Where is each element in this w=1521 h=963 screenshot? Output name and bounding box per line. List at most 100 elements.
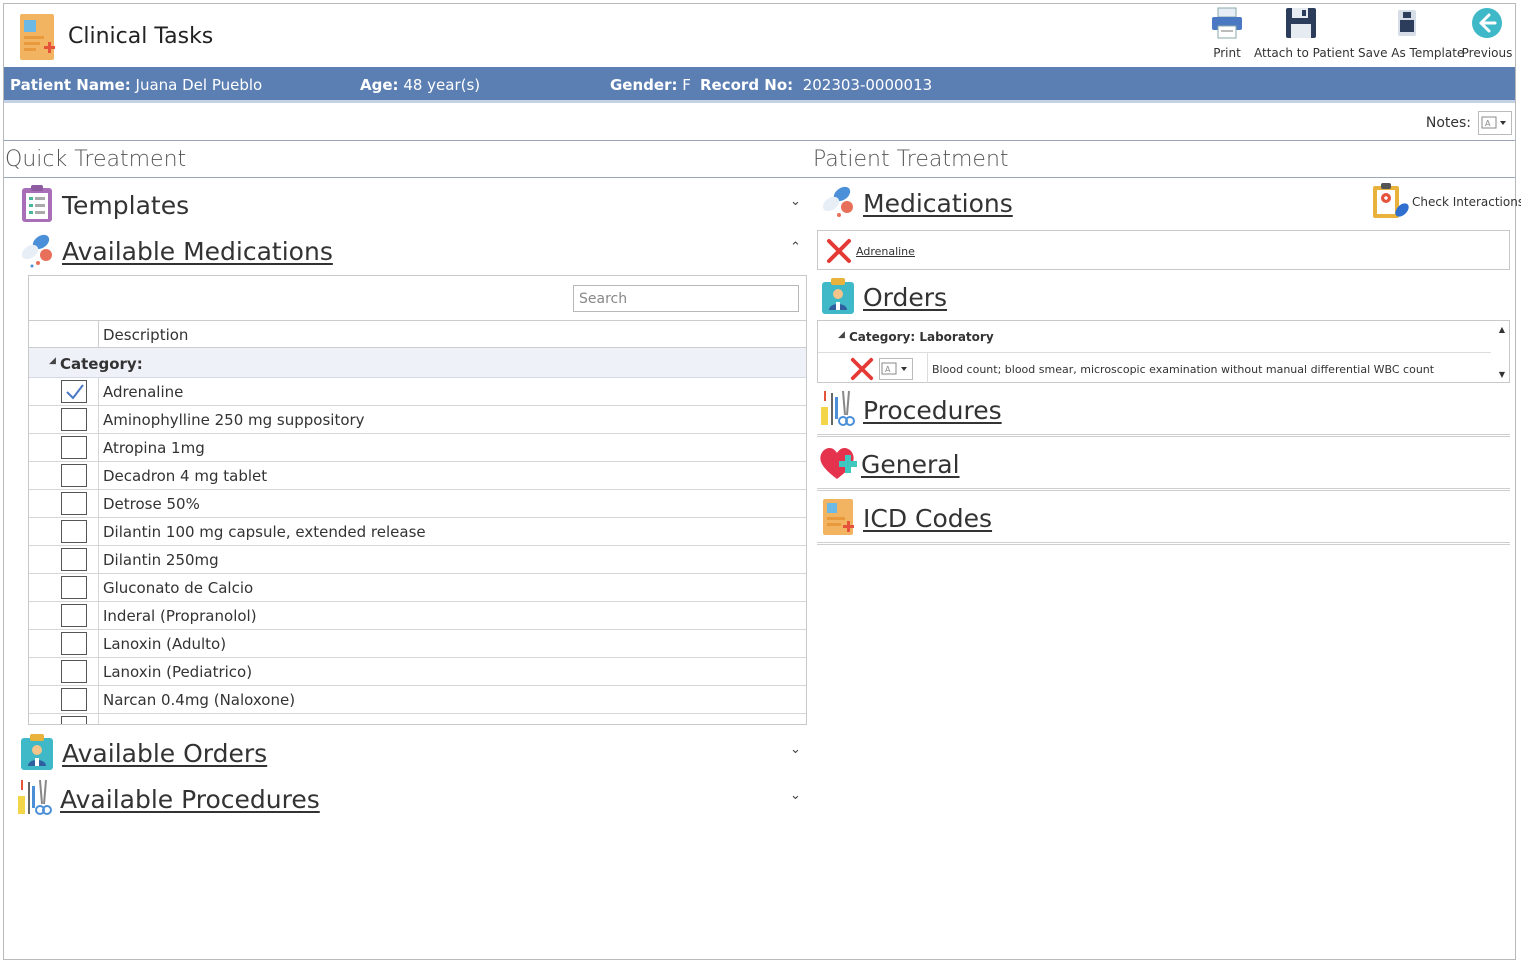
app-window: Clinical Tasks Print Attach to Patient S… xyxy=(3,3,1521,960)
medication-checkbox[interactable] xyxy=(61,492,87,515)
general-divider xyxy=(817,488,1510,491)
medication-row[interactable]: Lanoxin (Pediatrico) xyxy=(29,658,806,686)
orders-row-divider xyxy=(818,352,1491,353)
icd-codes-divider xyxy=(817,542,1510,545)
medication-row[interactable]: Aminophylline 250 mg suppository xyxy=(29,406,806,434)
patient-age: Age: 48 year(s) xyxy=(360,76,481,94)
patient-general-title: General xyxy=(861,450,960,479)
delete-medication-x-icon[interactable] xyxy=(826,238,852,264)
patient-icd-codes-header[interactable]: ICD Codes xyxy=(819,497,1419,537)
print-button[interactable]: Print xyxy=(1206,6,1248,68)
patient-procedures-header[interactable]: Procedures xyxy=(819,389,1419,429)
previous-button[interactable]: Previous xyxy=(1460,6,1514,68)
orders-grid: ◢ Category: Laboratory A Blood count; bl… xyxy=(817,320,1510,383)
medication-name: Dilantin 100 mg capsule, extended releas… xyxy=(103,523,426,541)
patient-medications-header[interactable]: Medications xyxy=(819,182,1379,222)
medication-row[interactable]: Dilantin 100 mg capsule, extended releas… xyxy=(29,518,806,546)
selected-medication-link[interactable]: Adrenaline xyxy=(856,245,915,258)
medication-row[interactable]: Gluconato de Calcio xyxy=(29,574,806,602)
medication-checkbox[interactable] xyxy=(61,604,87,627)
medication-name: Aminophylline 250 mg suppository xyxy=(103,411,365,429)
clipboard-list-icon xyxy=(22,185,52,222)
medication-row[interactable]: Adrenaline xyxy=(29,378,806,406)
medication-row[interactable]: Narcan 0.4mg (Naloxone) xyxy=(29,686,806,714)
row-column-separator xyxy=(98,378,99,406)
available-medications-chevron-up-icon[interactable]: ⌃ xyxy=(790,240,801,255)
row-column-separator xyxy=(98,714,99,724)
row-column-separator xyxy=(98,406,99,434)
template-save-icon xyxy=(1398,10,1416,36)
medication-checkbox[interactable] xyxy=(61,380,87,403)
medication-checkbox[interactable] xyxy=(61,408,87,431)
svg-text:A: A xyxy=(885,365,891,374)
row-column-separator xyxy=(98,658,99,686)
category-group-row: ◢ Category: xyxy=(29,348,806,378)
medication-row[interactable]: Lanoxin (Adulto) xyxy=(29,630,806,658)
doctor-orders-icon xyxy=(822,278,854,314)
medication-checkbox[interactable] xyxy=(61,632,87,655)
notes-row: Notes: A xyxy=(4,104,1515,141)
orders-collapse-triangle-icon[interactable]: ◢ xyxy=(838,330,845,340)
available-orders-title: Available Orders xyxy=(62,739,268,768)
checkmark-icon xyxy=(66,384,84,400)
medication-name: Inderal (Propranolol) xyxy=(103,607,257,625)
description-column-header[interactable]: Description xyxy=(103,326,188,344)
save-as-template-button[interactable]: Save As Template xyxy=(1358,6,1464,68)
order-note-dropdown[interactable]: A xyxy=(879,358,913,380)
medication-name: Atropina 1mg xyxy=(103,439,205,457)
medication-checkbox[interactable] xyxy=(61,464,87,487)
patient-icd-codes-title: ICD Codes xyxy=(863,504,993,533)
category-label: Category: xyxy=(60,355,143,373)
attach-to-patient-button[interactable]: Attach to Patient xyxy=(1254,6,1354,68)
medication-name: Detrose 50% xyxy=(103,495,200,513)
patient-treatment-title: Patient Treatment xyxy=(813,147,1009,172)
procedures-divider xyxy=(817,434,1510,437)
medications-grid: Description ◢ Category: Adrenaline Aminop… xyxy=(28,275,807,725)
check-interactions-button[interactable]: Check Interactions xyxy=(1370,182,1521,222)
medication-checkbox[interactable] xyxy=(61,436,87,459)
medication-checkbox[interactable] xyxy=(61,716,87,724)
medication-row[interactable]: Dilantin 250mg xyxy=(29,546,806,574)
delete-order-x-icon[interactable] xyxy=(850,357,874,381)
check-interactions-label: Check Interactions xyxy=(1412,195,1521,209)
patient-general-header[interactable]: General xyxy=(817,443,1417,483)
medication-name: Lanoxin (Adulto) xyxy=(103,635,227,653)
orders-scroll-up-icon[interactable]: ▲ xyxy=(1499,325,1505,334)
surgical-tools-icon xyxy=(821,390,855,426)
pills-icon xyxy=(21,234,52,268)
row-column-separator xyxy=(98,602,99,630)
available-orders-accordion[interactable]: Available Orders xyxy=(18,732,808,772)
medication-row[interactable]: Decadron 4 mg tablet xyxy=(29,462,806,490)
medication-checkbox[interactable] xyxy=(61,660,87,683)
medication-checkbox[interactable] xyxy=(61,520,87,543)
templates-chevron-down-icon[interactable]: ⌄ xyxy=(790,194,801,209)
medication-row[interactable]: Detrose 50% xyxy=(29,490,806,518)
medication-checkbox[interactable] xyxy=(61,576,87,599)
available-procedures-accordion[interactable]: Available Procedures xyxy=(16,778,808,818)
medication-row[interactable]: Inderal (Propranolol) xyxy=(29,602,806,630)
medication-row[interactable] xyxy=(29,714,806,724)
medication-checkbox[interactable] xyxy=(61,688,87,711)
svg-text:A: A xyxy=(1485,119,1491,128)
available-orders-chevron-down-icon[interactable]: ⌄ xyxy=(790,742,801,757)
medication-name: Narcan 0.4mg (Naloxone) xyxy=(103,691,296,709)
templates-accordion[interactable]: Templates xyxy=(18,184,808,224)
doctor-orders-icon xyxy=(21,734,53,770)
patient-name: Patient Name: Juana Del Pueblo xyxy=(10,76,263,94)
medication-name: Gluconato de Calcio xyxy=(103,579,254,597)
patient-orders-header[interactable]: Orders xyxy=(819,276,1419,316)
medication-name: Lanoxin (Pediatrico) xyxy=(103,663,253,681)
available-procedures-chevron-down-icon[interactable]: ⌄ xyxy=(790,788,801,803)
notes-dropdown[interactable]: A xyxy=(1478,111,1512,135)
note-template-icon: A xyxy=(1481,116,1506,129)
save-disk-icon xyxy=(1286,8,1316,38)
collapse-triangle-icon[interactable]: ◢ xyxy=(49,356,56,366)
orders-scroll-down-icon[interactable]: ▼ xyxy=(1499,370,1505,379)
medication-row[interactable]: Atropina 1mg xyxy=(29,434,806,462)
medication-checkbox[interactable] xyxy=(61,548,87,571)
medication-rows: Adrenaline Aminophylline 250 mg supposito… xyxy=(29,378,806,724)
medication-search-input[interactable] xyxy=(573,285,799,312)
medical-record-icon xyxy=(823,499,854,535)
row-column-separator xyxy=(98,546,99,574)
available-medications-accordion[interactable]: Available Medications xyxy=(18,230,808,270)
